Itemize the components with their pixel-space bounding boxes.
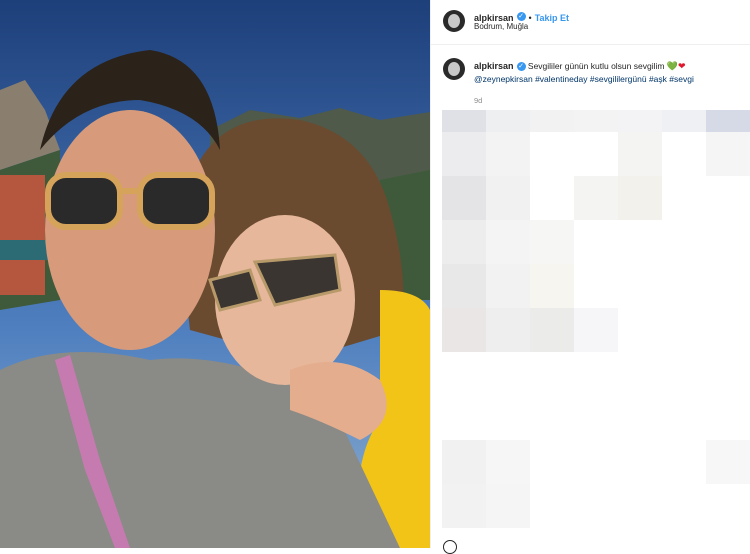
caption-text: Sevgililer günün kutlu olsun sevgilim bbox=[527, 61, 665, 71]
couple-selfie-image bbox=[0, 0, 430, 548]
verified-icon: ✓ bbox=[516, 62, 526, 72]
verified-icon: ✓ bbox=[516, 12, 526, 22]
caption-avatar[interactable] bbox=[443, 58, 465, 80]
separator-dot: • bbox=[528, 13, 532, 23]
post-photo bbox=[0, 0, 430, 548]
post-caption: alpkirsan ✓ Sevgililer günün kutlu olsun … bbox=[474, 60, 744, 86]
avatar[interactable] bbox=[443, 10, 465, 32]
green-heart-icon: 💚 bbox=[666, 61, 679, 72]
caption-username[interactable]: alpkirsan bbox=[474, 61, 514, 71]
post-side-panel: alpkirsan ✓ • Takip Et Bodrum, Muğla alpkir… bbox=[430, 0, 750, 554]
red-heart-icon: ❤ bbox=[678, 61, 686, 72]
caption-hashtags[interactable]: @zeynepkirsan #valentineday #sevgililerg… bbox=[474, 74, 694, 84]
post-header: alpkirsan ✓ • Takip Et Bodrum, Muğla bbox=[431, 0, 750, 45]
post-time: 9d bbox=[474, 96, 483, 105]
location-link[interactable]: Bodrum, Muğla bbox=[474, 22, 528, 31]
follow-button[interactable]: Takip Et bbox=[535, 13, 569, 23]
comment-icon[interactable] bbox=[443, 540, 457, 554]
